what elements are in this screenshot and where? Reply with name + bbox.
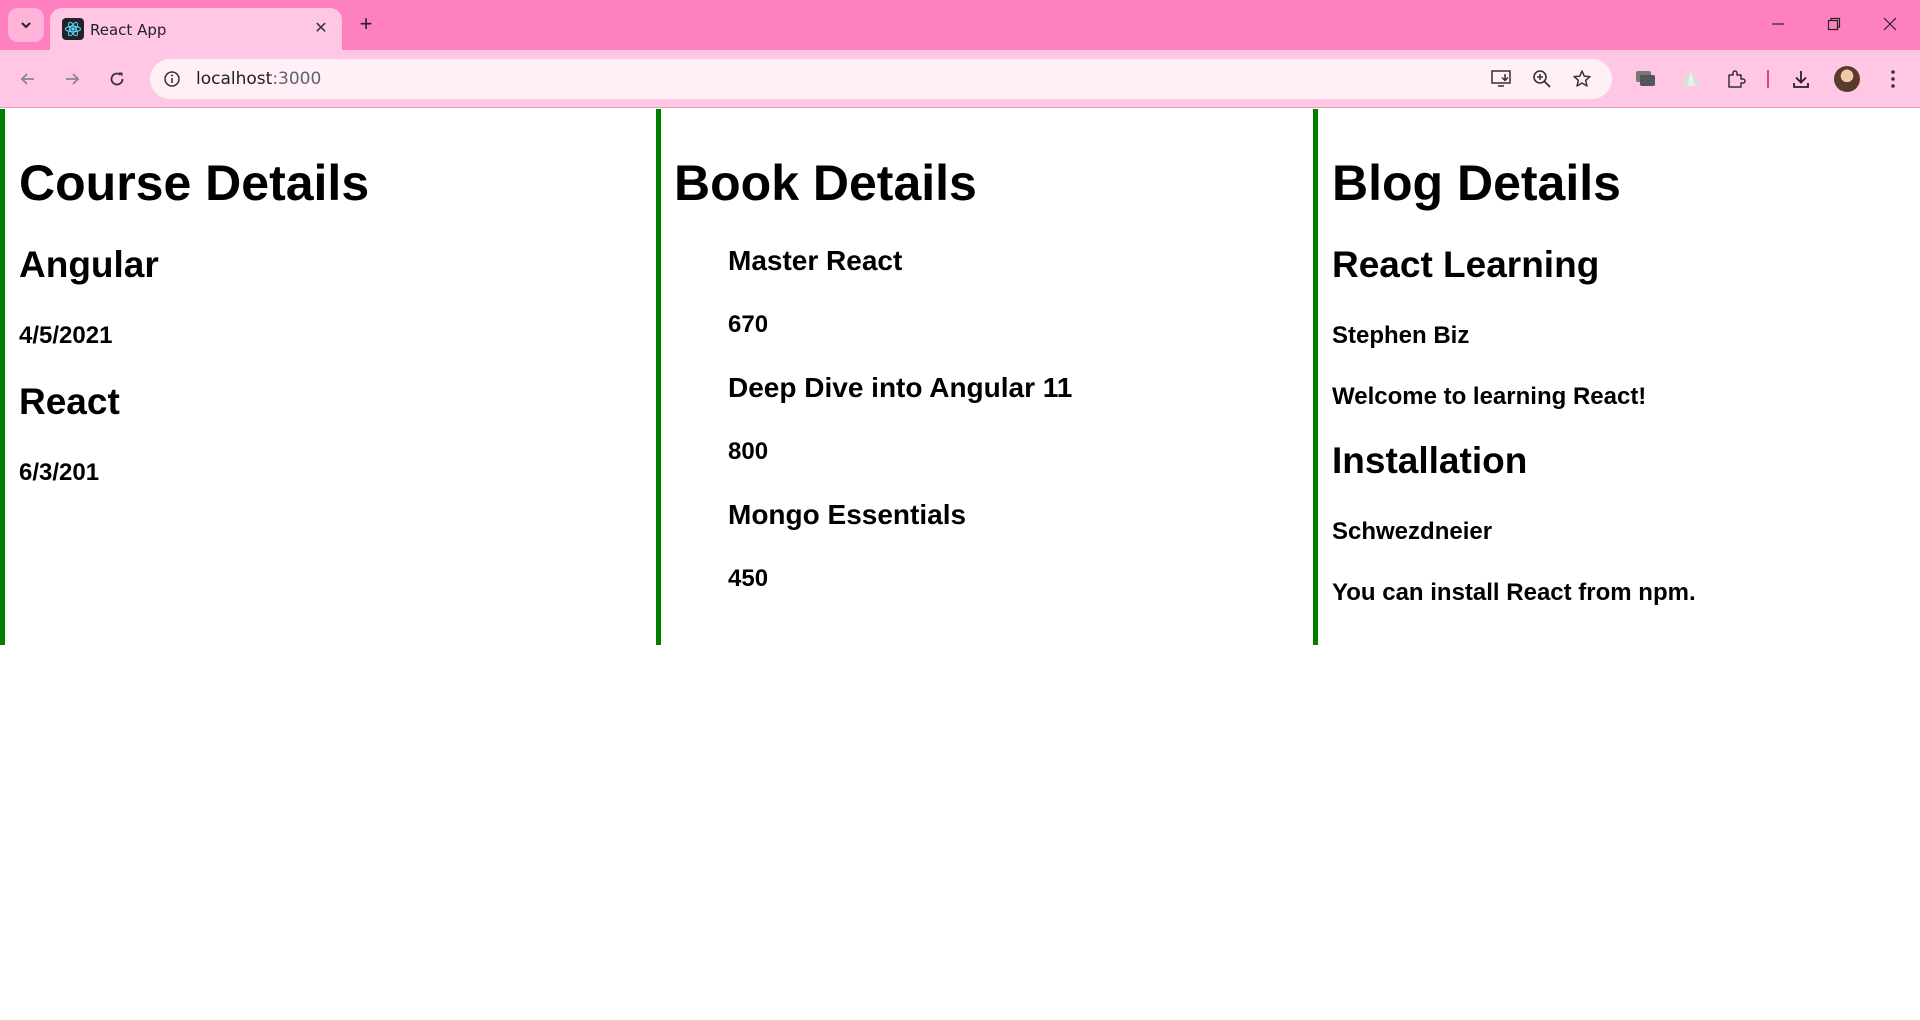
book-details-section: Book Details Master React 670 Deep Dive … bbox=[656, 109, 1313, 645]
extensions-puzzle-icon[interactable] bbox=[1722, 65, 1750, 93]
drive-extension-icon[interactable] bbox=[1677, 65, 1705, 93]
blog-details-section: Blog Details React Learning Stephen Biz … bbox=[1313, 109, 1920, 645]
blog-author: Schwezdneier bbox=[1332, 518, 1493, 545]
course-date: 4/5/2021 bbox=[19, 322, 113, 349]
close-window-icon[interactable] bbox=[1870, 4, 1910, 44]
book-name: Mongo Essentials bbox=[728, 499, 967, 530]
profile-avatar[interactable] bbox=[1834, 66, 1860, 92]
blog-author: Stephen Biz bbox=[1332, 322, 1470, 349]
book-name: Deep Dive into Angular 11 bbox=[728, 372, 1073, 403]
new-tab-button[interactable]: + bbox=[352, 10, 380, 38]
course-name: React bbox=[19, 381, 120, 422]
tab-search-button[interactable] bbox=[8, 8, 44, 42]
course-details-heading: Course Details bbox=[19, 155, 370, 211]
tab-groups-icon[interactable] bbox=[1632, 65, 1660, 93]
close-tab-icon[interactable]: ✕ bbox=[310, 17, 332, 39]
bookmark-star-icon[interactable] bbox=[1570, 67, 1594, 91]
react-logo-icon bbox=[62, 18, 84, 40]
zoom-icon[interactable] bbox=[1530, 67, 1554, 91]
blog-title: Installation bbox=[1332, 440, 1528, 481]
tab-react-app[interactable]: React App ✕ bbox=[50, 8, 342, 50]
tab-title: React App bbox=[90, 21, 167, 39]
url-text[interactable]: localhost:3000 bbox=[196, 69, 321, 89]
page-content: Course Details Angular 4/5/2021 React 6/… bbox=[0, 109, 1920, 1020]
restore-icon[interactable] bbox=[1814, 4, 1854, 44]
toolbar-separator bbox=[1767, 70, 1769, 88]
tab-strip: React App ✕ + bbox=[0, 0, 1920, 50]
book-price: 800 bbox=[728, 438, 769, 465]
book-price: 670 bbox=[728, 311, 769, 338]
browser-toolbar: localhost:3000 bbox=[0, 50, 1920, 108]
site-info-icon[interactable] bbox=[160, 67, 184, 91]
menu-kebab-icon[interactable] bbox=[1879, 65, 1907, 93]
address-bar[interactable]: localhost:3000 bbox=[150, 59, 1612, 99]
install-app-icon[interactable] bbox=[1490, 67, 1514, 91]
reload-icon[interactable] bbox=[101, 63, 133, 95]
course-date: 6/3/201 bbox=[19, 459, 100, 486]
course-name: Angular bbox=[19, 244, 159, 285]
book-name: Master React bbox=[728, 245, 903, 276]
book-details-heading: Book Details bbox=[674, 155, 977, 211]
blog-title: React Learning bbox=[1332, 244, 1600, 285]
download-icon[interactable] bbox=[1787, 65, 1815, 93]
blog-content: You can install React from npm. bbox=[1332, 579, 1696, 606]
chevron-down-icon bbox=[21, 22, 31, 29]
course-details-section: Course Details Angular 4/5/2021 React 6/… bbox=[0, 109, 656, 645]
back-arrow-icon[interactable] bbox=[12, 63, 44, 95]
blog-content: Welcome to learning React! bbox=[1332, 383, 1647, 410]
book-price: 450 bbox=[728, 565, 769, 592]
forward-arrow-icon[interactable] bbox=[56, 63, 88, 95]
blog-details-heading: Blog Details bbox=[1332, 155, 1621, 211]
minimize-icon[interactable] bbox=[1758, 4, 1798, 44]
